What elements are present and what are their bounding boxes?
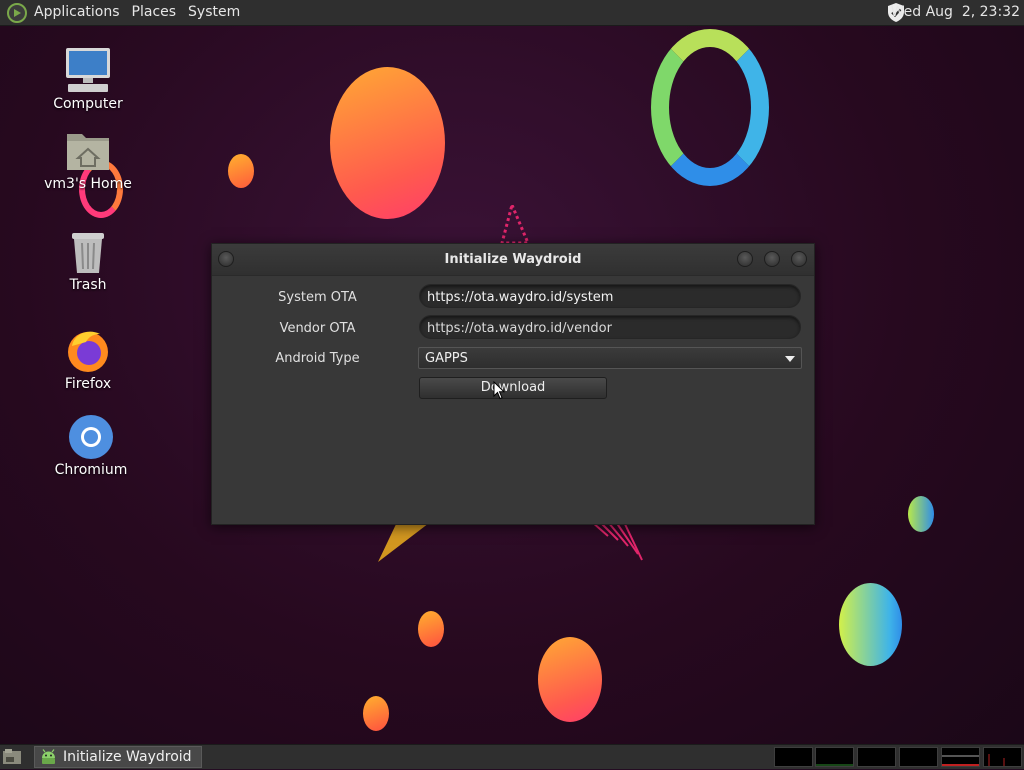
desktop-icon-label: Trash bbox=[69, 277, 107, 293]
home-folder-icon bbox=[67, 134, 109, 170]
desktop-icon-home[interactable]: vm3's Home bbox=[33, 128, 143, 192]
desktop-icon-trash[interactable]: Trash bbox=[33, 227, 143, 293]
wallpaper-stripes-pink bbox=[500, 205, 530, 245]
android-type-value: GAPPS bbox=[425, 351, 468, 366]
desktop-icon-chromium[interactable]: Chromium bbox=[36, 414, 146, 478]
initialize-waydroid-dialog: Initialize Waydroid System OTA https://o… bbox=[211, 243, 815, 525]
wallpaper-small-orange-dot bbox=[228, 154, 254, 188]
dialog-titlebar[interactable]: Initialize Waydroid bbox=[212, 244, 814, 276]
android-type-select[interactable]: GAPPS bbox=[418, 347, 802, 369]
wallpaper-green-blue-dot bbox=[908, 496, 934, 532]
wallpaper-orange-dot-3 bbox=[363, 696, 389, 731]
taskbar-item-initialize-waydroid[interactable]: Initialize Waydroid bbox=[34, 746, 202, 768]
android-type-label: Android Type bbox=[275, 351, 360, 366]
workspace-graph bbox=[942, 755, 979, 766]
menu-system[interactable]: System bbox=[182, 0, 246, 25]
wallpaper-orange-dot-2 bbox=[418, 611, 444, 647]
computer-icon bbox=[66, 48, 110, 92]
show-desktop-icon[interactable] bbox=[2, 748, 22, 766]
desktop-icon-label: Chromium bbox=[54, 462, 128, 478]
mate-logo-icon[interactable] bbox=[6, 2, 28, 24]
workspace-graph bbox=[988, 754, 1005, 766]
workspace-5[interactable] bbox=[941, 747, 980, 767]
dialog-title: Initialize Waydroid bbox=[444, 252, 582, 267]
system-ota-label: System OTA bbox=[278, 290, 357, 305]
clock[interactable]: Wed Aug 2, 23:32 bbox=[891, 0, 1020, 25]
top-panel: Applications Places System Wed Aug 2, 23… bbox=[0, 0, 1024, 26]
trash-icon bbox=[72, 233, 104, 273]
bottom-panel: Initialize Waydroid bbox=[0, 744, 1024, 769]
chromium-icon bbox=[69, 415, 113, 459]
taskbar-item-label: Initialize Waydroid bbox=[63, 749, 192, 765]
chevron-down-icon bbox=[785, 356, 795, 362]
minimize-button[interactable] bbox=[737, 251, 753, 267]
wallpaper-green-blue-blob bbox=[839, 583, 902, 666]
wallpaper-orange-blob-2 bbox=[538, 637, 602, 722]
desktop-icon-label: Firefox bbox=[64, 376, 112, 392]
menu-applications[interactable]: Applications bbox=[28, 0, 126, 25]
menu-places[interactable]: Places bbox=[126, 0, 183, 25]
workspace-graph bbox=[816, 764, 853, 766]
workspace-4[interactable] bbox=[899, 747, 938, 767]
wallpaper-gradient-ring bbox=[651, 29, 769, 186]
workspace-2[interactable] bbox=[815, 747, 854, 767]
download-button[interactable]: Download bbox=[419, 377, 607, 399]
desktop-icon-computer[interactable]: Computer bbox=[33, 46, 143, 112]
workspace-1[interactable] bbox=[774, 747, 813, 767]
vendor-ota-label: Vendor OTA bbox=[279, 321, 356, 336]
wallpaper-stripes-pink-2 bbox=[591, 521, 643, 561]
system-ota-input[interactable]: https://ota.waydro.id/system bbox=[419, 284, 801, 308]
desktop-icon-firefox[interactable]: Firefox bbox=[33, 326, 143, 392]
firefox-icon bbox=[68, 331, 108, 372]
maximize-button[interactable] bbox=[764, 251, 780, 267]
close-button[interactable] bbox=[791, 251, 807, 267]
mouse-cursor-icon bbox=[493, 381, 505, 400]
desktop-icon-label: Computer bbox=[53, 96, 123, 112]
workspace-3[interactable] bbox=[857, 747, 896, 767]
desktop-icon-label: vm3's Home bbox=[44, 176, 132, 192]
wallpaper-stripes-yellow bbox=[378, 520, 433, 562]
wallpaper-orange-blob bbox=[330, 67, 445, 219]
waydroid-icon bbox=[42, 749, 55, 764]
workspace-6[interactable] bbox=[983, 747, 1022, 767]
vendor-ota-input[interactable]: https://ota.waydro.id/vendor bbox=[419, 315, 801, 339]
